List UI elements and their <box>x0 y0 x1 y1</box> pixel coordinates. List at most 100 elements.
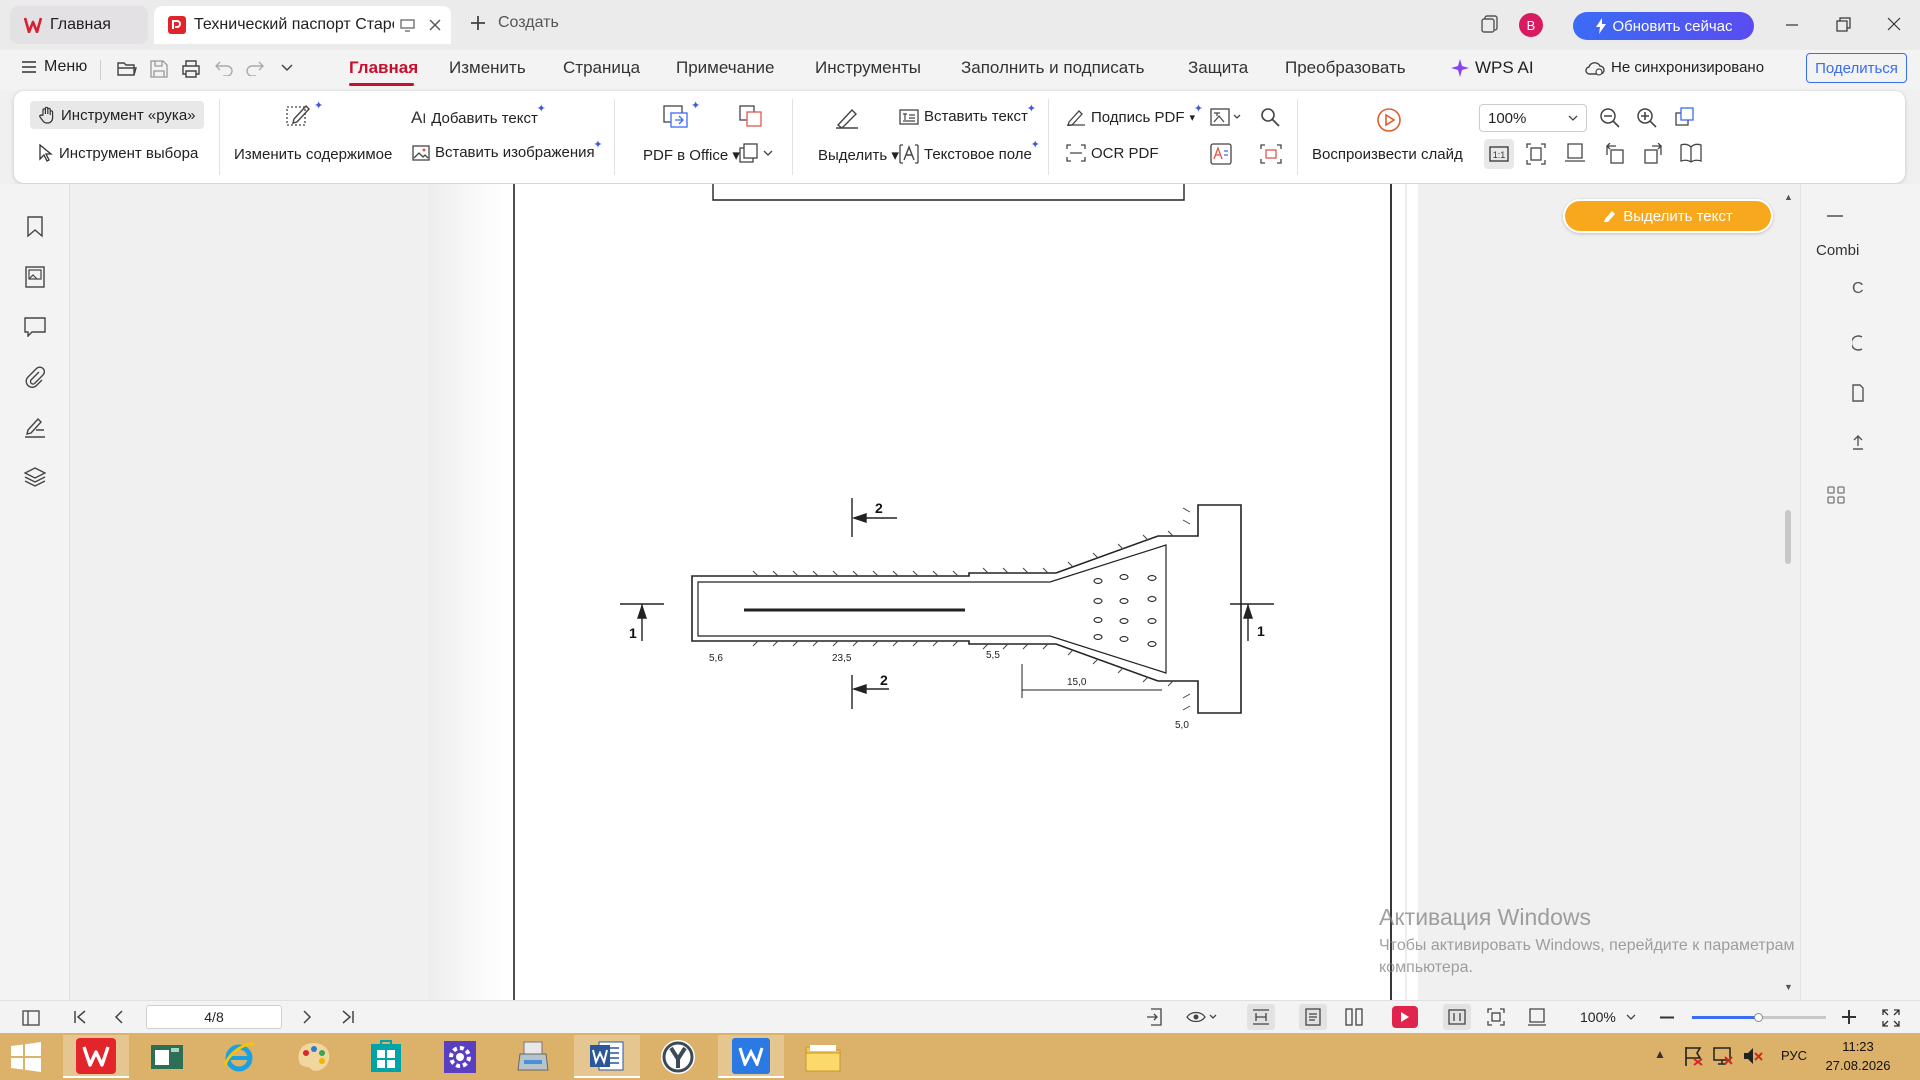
zoom-dropdown[interactable]: 100% <box>1580 1009 1636 1025</box>
taskbar-word-2[interactable] <box>718 1035 784 1078</box>
continuous-view-icon[interactable] <box>1299 1004 1327 1030</box>
sidebar-toggle-icon[interactable] <box>22 1010 40 1026</box>
upload-icon[interactable] <box>1852 434 1864 450</box>
taskbar-wps-office[interactable] <box>63 1035 129 1078</box>
fit-page-icon[interactable] <box>1526 143 1546 165</box>
window-switch-icon[interactable] <box>1481 15 1499 33</box>
tab-main[interactable]: Главная <box>349 58 418 78</box>
menu-button[interactable]: Меню <box>22 58 87 76</box>
insert-image-button[interactable]: Вставить изображения ✦ <box>412 139 603 161</box>
tab-page[interactable]: Страница <box>563 58 640 78</box>
close-tab-icon[interactable] <box>429 19 441 31</box>
page-number-input[interactable]: 4/8 <box>146 1005 282 1029</box>
print-icon[interactable] <box>181 60 201 78</box>
collapse-panel-icon[interactable] <box>1826 214 1844 218</box>
redo-icon[interactable] <box>246 60 264 76</box>
scroll-down-arrow[interactable]: ▼ <box>1784 982 1793 992</box>
screenshot-icon[interactable] <box>1260 144 1282 164</box>
zoom-slider[interactable] <box>1692 1013 1826 1022</box>
open-folder-icon[interactable] <box>117 60 137 78</box>
fullscreen-icon[interactable] <box>1882 1009 1900 1027</box>
two-page-view-icon[interactable] <box>1345 1008 1363 1026</box>
zoom-out-status-icon[interactable] <box>1660 1016 1674 1019</box>
comments-icon[interactable] <box>23 315 47 339</box>
sync-status[interactable]: Не синхронизировано <box>1585 59 1764 76</box>
fit-screen-icon[interactable] <box>1487 1008 1505 1026</box>
zoom-slider-thumb[interactable] <box>1754 1013 1763 1022</box>
taskbar-file-explorer[interactable] <box>790 1035 856 1078</box>
monitor-icon[interactable] <box>400 18 415 32</box>
network-icon[interactable] <box>1712 1045 1734 1067</box>
text-field-button[interactable]: Текстовое поле ✦ <box>899 139 1040 164</box>
zoom-in-icon[interactable] <box>1636 107 1658 129</box>
taskbar-yandex-browser[interactable] <box>645 1035 711 1078</box>
select-tool-button[interactable]: Инструмент выбора <box>38 144 198 162</box>
actual-size-icon[interactable]: 1:1 <box>1484 139 1514 169</box>
search-icon[interactable] <box>1260 107 1280 127</box>
panel-tool-icon[interactable]: C <box>1852 280 1864 298</box>
text-recognition-icon[interactable] <box>1210 143 1232 165</box>
fit-width-status-icon[interactable] <box>1527 1008 1547 1026</box>
hand-tool-button[interactable]: Инструмент «рука» <box>30 101 204 129</box>
insert-text-button[interactable]: Вставить текст ✦ <box>899 103 1036 125</box>
book-view-icon[interactable] <box>1680 143 1702 163</box>
signature-icon[interactable] <box>23 415 47 439</box>
tab-edit[interactable]: Изменить <box>449 58 526 78</box>
copy-dropdown-icon[interactable] <box>739 143 773 163</box>
minimize-icon[interactable] <box>1785 18 1799 32</box>
ocr-pdf-button[interactable]: OCR PDF <box>1066 144 1159 162</box>
new-tab-button[interactable]: Создать <box>470 14 559 32</box>
next-page-icon[interactable] <box>302 1010 312 1024</box>
play-slide-button[interactable]: Воспроизвести слайд <box>1312 97 1472 177</box>
document-icon[interactable] <box>1852 384 1864 402</box>
tray-flag-icon[interactable] <box>1683 1045 1705 1067</box>
read-mode-icon[interactable] <box>1443 1004 1471 1030</box>
keyboard-language[interactable]: РУС <box>1781 1048 1807 1063</box>
fit-width-icon[interactable] <box>1564 143 1586 163</box>
convert-image-icon[interactable] <box>739 105 763 127</box>
avatar[interactable]: В <box>1519 13 1543 37</box>
tray-overflow-icon[interactable]: ▲ <box>1654 1047 1666 1061</box>
tab-comment[interactable]: Примечание <box>676 58 774 78</box>
tab-fill-sign[interactable]: Заполнить и подписать <box>961 58 1145 78</box>
zoom-in-status-icon[interactable] <box>1842 1010 1856 1024</box>
tab-document[interactable]: Технический паспорт Старо <box>154 6 451 44</box>
scroll-up-arrow[interactable]: ▲ <box>1784 192 1793 202</box>
last-page-icon[interactable] <box>341 1010 355 1024</box>
taskbar-presentation[interactable] <box>134 1035 200 1078</box>
highlight-button[interactable]: Выделить ▾ <box>804 97 899 177</box>
update-now-button[interactable]: Обновить сейчас <box>1573 12 1754 40</box>
pdf-to-office-button[interactable]: ✦ PDF в Office ▾ <box>629 97 740 177</box>
taskbar-store[interactable] <box>353 1035 419 1078</box>
export-icon[interactable] <box>1146 1008 1164 1026</box>
attachment-icon[interactable] <box>23 365 47 389</box>
first-page-icon[interactable] <box>73 1010 87 1024</box>
tab-protect[interactable]: Защита <box>1188 58 1248 78</box>
taskbar-word[interactable] <box>574 1035 640 1078</box>
layers-icon[interactable] <box>23 465 47 489</box>
clock[interactable]: 11:23 27.08.2026 <box>1818 1037 1898 1075</box>
undo-icon[interactable] <box>215 60 233 76</box>
slideshow-icon[interactable] <box>1392 1006 1418 1028</box>
taskbar-scanner[interactable] <box>500 1035 566 1078</box>
volume-muted-icon[interactable] <box>1742 1045 1764 1067</box>
translate-icon[interactable] <box>1210 108 1242 126</box>
sign-pdf-button[interactable]: Подпись PDF ▾ ✦ <box>1066 103 1203 126</box>
single-page-view-icon[interactable] <box>1247 1004 1275 1030</box>
rotate-right-icon[interactable] <box>1642 143 1664 165</box>
share-button[interactable]: Поделиться <box>1806 53 1907 83</box>
tab-tools[interactable]: Инструменты <box>815 58 921 78</box>
zoom-select[interactable]: 100% <box>1479 104 1587 132</box>
prev-page-icon[interactable] <box>114 1010 124 1024</box>
rotate-view-icon[interactable] <box>1674 107 1694 127</box>
windows-start-icon[interactable] <box>10 1041 42 1073</box>
restore-icon[interactable] <box>1836 17 1852 33</box>
rotate-left-icon[interactable] <box>1604 143 1626 165</box>
highlight-text-button[interactable]: Выделить текст <box>1563 199 1773 233</box>
edit-content-button[interactable]: ✦ Изменить содержимое <box>234 97 392 177</box>
zoom-out-icon[interactable] <box>1599 107 1621 129</box>
tab-home[interactable]: Главная <box>10 6 148 44</box>
eye-view-icon[interactable] <box>1186 1010 1218 1024</box>
bookmark-icon[interactable] <box>23 215 47 239</box>
vertical-scrollbar[interactable]: ▲ ▼ <box>1782 192 1794 1000</box>
